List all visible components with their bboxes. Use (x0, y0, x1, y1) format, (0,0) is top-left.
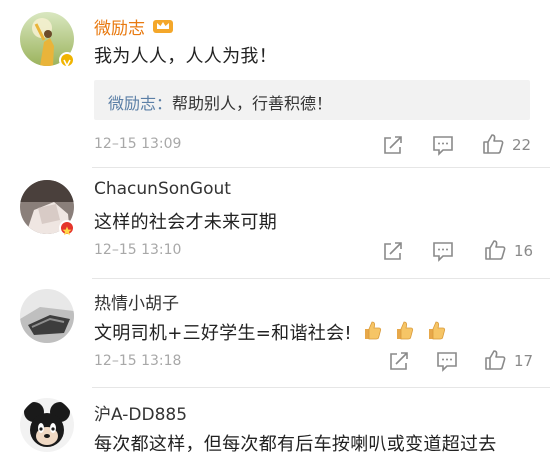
share-icon[interactable] (382, 134, 404, 156)
share-icon[interactable] (382, 240, 404, 262)
comment-item: 热情小胡子 文明司机+三好学生=和谐社会! 12–15 13:18 17 (0, 279, 550, 387)
reply-username[interactable]: 微励志： (108, 90, 172, 114)
comment-icon[interactable] (432, 134, 454, 156)
thumbs-up-emoji-icon (362, 319, 382, 341)
comment-username[interactable]: 沪A-DD885 (94, 400, 187, 425)
thumbs-up-emojis (362, 319, 452, 346)
thumbs-up-emoji-icon (394, 319, 414, 341)
thumbs-up-emoji-icon (426, 319, 446, 341)
like-count: 22 (512, 136, 532, 154)
comment-item: 沪A-DD885 每次都这样，但每次都有后车按喇叭或变道超过去 (0, 388, 550, 464)
avatar[interactable] (20, 289, 74, 343)
comment-username[interactable]: 微励志 (94, 14, 145, 39)
like-icon[interactable] (484, 349, 506, 371)
comment-text-row: 文明司机+三好学生=和谐社会! (94, 319, 452, 346)
like-icon[interactable] (482, 133, 504, 155)
comment-time: 12–15 13:18 (94, 353, 182, 369)
comment-text: 每次都这样，但每次都有后车按喇叭或变道超过去 (94, 434, 497, 455)
comment-time: 12–15 13:09 (94, 136, 182, 152)
verified-badge-icon (59, 220, 75, 236)
comment-icon[interactable] (436, 350, 458, 372)
comment-item: 微励志 我为人人，人人为我！ 微励志： 帮助别人，行善积德！ 12–15 13:… (0, 0, 550, 168)
like-icon[interactable] (484, 239, 506, 261)
comment-item: ChacunSonGout 这样的社会才未来可期 12–15 13:10 16 (0, 168, 550, 278)
comment-text: 文明司机+三好学生=和谐社会! (94, 323, 352, 344)
share-icon[interactable] (388, 350, 410, 372)
crown-icon (152, 16, 174, 38)
comment-username[interactable]: ChacunSonGout (94, 179, 231, 199)
reply-box[interactable]: 微励志： 帮助别人，行善积德！ (94, 80, 530, 120)
reply-text: 帮助别人，行善积德！ (172, 94, 333, 113)
comment-time: 12–15 13:10 (94, 242, 182, 258)
verified-badge-icon (59, 52, 75, 68)
comment-username[interactable]: 热情小胡子 (94, 289, 179, 314)
comment-icon[interactable] (432, 240, 454, 262)
like-count: 16 (514, 242, 534, 260)
like-count: 17 (514, 352, 534, 370)
avatar[interactable] (20, 398, 74, 452)
comment-text: 我为人人，人人为我！ (94, 46, 277, 67)
comment-text: 这样的社会才未来可期 (94, 212, 277, 233)
